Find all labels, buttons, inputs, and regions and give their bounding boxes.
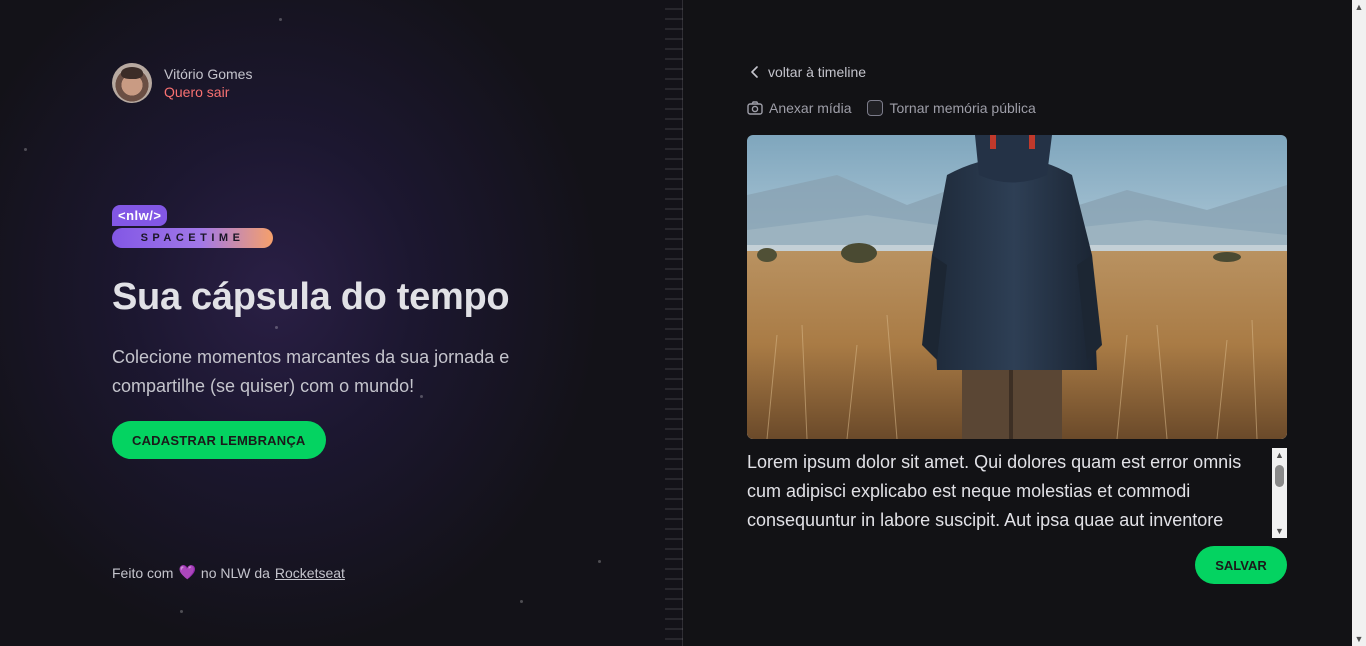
avatar: [112, 63, 152, 103]
chevron-left-icon: [751, 66, 758, 78]
save-button[interactable]: SALVAR: [1195, 546, 1287, 584]
back-to-timeline-link[interactable]: voltar à timeline: [750, 64, 866, 80]
logo-spacetime-label: SPACETIME: [112, 228, 273, 248]
public-memory-label: Tornar memória pública: [889, 100, 1036, 116]
memory-editor: voltar à timeline Anexar mídia Tornar me…: [683, 0, 1352, 646]
logo-nlw-tag: <nlw/>: [112, 205, 168, 226]
scroll-up-arrow-icon[interactable]: ▲: [1272, 448, 1287, 462]
user-name: Vitório Gomes: [164, 66, 253, 82]
public-memory-checkbox[interactable]: [867, 100, 884, 116]
memory-content-textarea[interactable]: Lorem ipsum dolor sit amet. Qui dolores …: [747, 448, 1270, 538]
public-memory-toggle[interactable]: Tornar memória pública: [867, 100, 1036, 116]
user-info: Vitório Gomes Quero sair: [112, 63, 252, 103]
star-decoration: [180, 610, 183, 613]
star-decoration: [520, 600, 523, 603]
rocketseat-link[interactable]: Rocketseat: [275, 565, 345, 581]
memory-content-text: Lorem ipsum dolor sit amet. Qui dolores …: [747, 452, 1242, 530]
textarea-scrollbar[interactable]: ▲ ▼: [1272, 448, 1287, 538]
star-decoration: [24, 148, 27, 151]
media-preview-image: [747, 135, 1287, 439]
page-scroll-up-icon[interactable]: ▲: [1352, 0, 1366, 14]
nlw-spacetime-logo: <nlw/> SPACETIME: [112, 205, 273, 248]
footer-credit: Feito com 💜 no NLW da Rocketseat: [112, 564, 345, 581]
panel-divider: [665, 0, 683, 646]
hero-description: Colecione momentos marcantes da sua jorn…: [112, 347, 510, 396]
back-label: voltar à timeline: [768, 64, 867, 80]
attach-media-button[interactable]: Anexar mídia: [747, 100, 851, 116]
scroll-thumb[interactable]: [1275, 465, 1284, 487]
editor-toolbar: Anexar mídia Tornar memória pública: [747, 100, 1036, 116]
register-memory-button[interactable]: CADASTRAR LEMBRANÇA: [112, 421, 326, 459]
page-scroll-down-icon[interactable]: ▼: [1352, 632, 1366, 646]
star-decoration: [279, 18, 282, 21]
attach-media-label: Anexar mídia: [769, 100, 852, 116]
page-title: Sua cápsula do tempo: [112, 276, 510, 318]
star-decoration: [275, 326, 278, 329]
footer-middle: no NLW da: [200, 564, 270, 581]
logout-link[interactable]: Quero sair: [164, 84, 252, 100]
scroll-down-arrow-icon[interactable]: ▼: [1272, 524, 1287, 538]
page-scrollbar[interactable]: ▲ ▼: [1352, 0, 1366, 646]
star-decoration: [598, 560, 601, 563]
camera-icon: [747, 101, 763, 115]
intro-panel: Vitório Gomes Quero sair <nlw/> SPACETIM…: [0, 0, 683, 646]
footer-prefix: Feito com: [112, 564, 174, 581]
heart-icon: 💜: [178, 564, 196, 580]
